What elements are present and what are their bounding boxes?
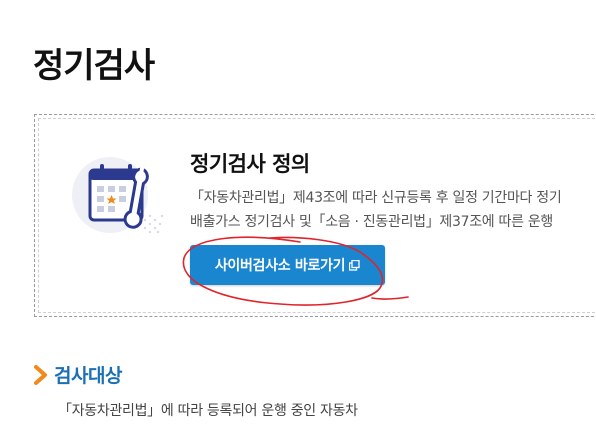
section-description: 「자동차관리법」에 따라 등록되어 운행 중인 자동차 (58, 403, 358, 419)
section-header: 검사대상 (34, 361, 122, 388)
cyber-inspection-link-button[interactable]: 사이버검사소 바로가기 (190, 245, 385, 285)
chevron-right-icon (34, 364, 47, 385)
section-title: 검사대상 (54, 365, 122, 387)
page-title: 정기검사 (33, 46, 155, 86)
external-link-icon (349, 259, 360, 271)
definition-line-2: 배출가스 정기검사 및「소음 · 진동관리법」제37조에 따른 운행 (190, 214, 554, 230)
definition-line-1: 「자동차관리법」제43조에 따라 신규등록 후 일정 기간마다 정기 (190, 190, 562, 206)
cyber-inspection-link-label: 사이버검사소 바로가기 (214, 258, 346, 274)
calendar-wrench-icon (72, 157, 164, 234)
definition-title: 정기검사 정의 (190, 152, 310, 176)
